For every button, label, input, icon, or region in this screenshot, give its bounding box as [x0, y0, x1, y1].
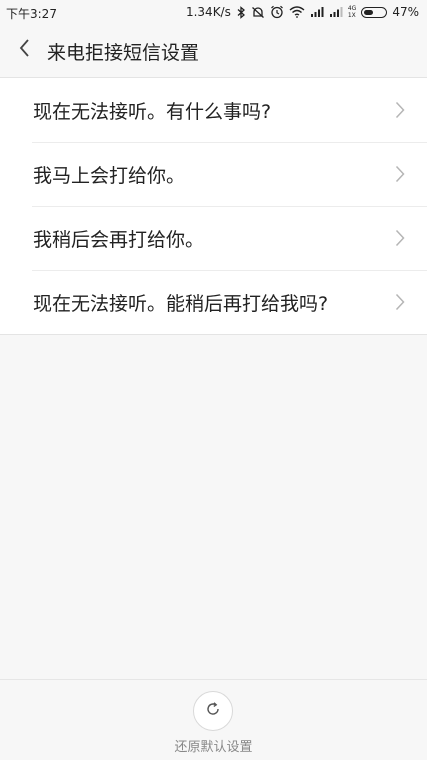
list-item[interactable]: 我稍后会再打给你。 [0, 206, 427, 270]
wifi-icon [289, 5, 305, 19]
bluetooth-icon [236, 5, 246, 19]
divider [32, 142, 427, 143]
chevron-left-icon [18, 38, 30, 62]
list-item[interactable]: 我马上会打给你。 [0, 142, 427, 206]
battery-percent: 47% [392, 5, 419, 19]
network-type: 4G 1X [347, 5, 357, 19]
status-icons: 1.34K/s 4G 1X 47% [186, 5, 419, 19]
chevron-right-icon [395, 165, 405, 183]
page-title: 来电拒接短信设置 [47, 42, 200, 64]
back-button[interactable] [8, 34, 40, 66]
reset-default-label[interactable]: 还原默认设置 [0, 736, 427, 755]
chevron-right-icon [395, 101, 405, 119]
divider [32, 206, 427, 207]
list-item[interactable]: 现在无法接听。有什么事吗? [0, 78, 427, 142]
status-time: 下午3:27 [6, 7, 57, 21]
list-item-label: 我马上会打给你。 [33, 164, 186, 187]
list-item-label: 现在无法接听。有什么事吗? [33, 100, 272, 123]
message-list: 现在无法接听。有什么事吗? 我马上会打给你。 我稍后会再打给你。 现在无法接听。… [0, 77, 427, 335]
app-header: 来电拒接短信设置 [0, 24, 427, 77]
battery-icon [361, 6, 388, 18]
list-item-label: 现在无法接听。能稍后再打给我吗? [33, 292, 329, 315]
signal-icon [310, 5, 324, 19]
signal-icon [329, 5, 343, 19]
divider [32, 270, 427, 271]
refresh-icon [204, 700, 222, 722]
status-bar: 下午3:27 1.34K/s 4G 1X 47% [0, 0, 427, 24]
list-item-label: 我稍后会再打给你。 [33, 228, 205, 251]
alarm-icon [270, 5, 284, 19]
list-item[interactable]: 现在无法接听。能稍后再打给我吗? [0, 270, 427, 334]
chevron-right-icon [395, 229, 405, 247]
chevron-right-icon [395, 293, 405, 311]
bottom-bar: 还原默认设置 [0, 679, 427, 760]
battery-level [364, 9, 374, 15]
mute-icon [251, 5, 265, 19]
network-speed: 1.34K/s [185, 5, 231, 19]
reset-default-button[interactable] [193, 691, 233, 731]
